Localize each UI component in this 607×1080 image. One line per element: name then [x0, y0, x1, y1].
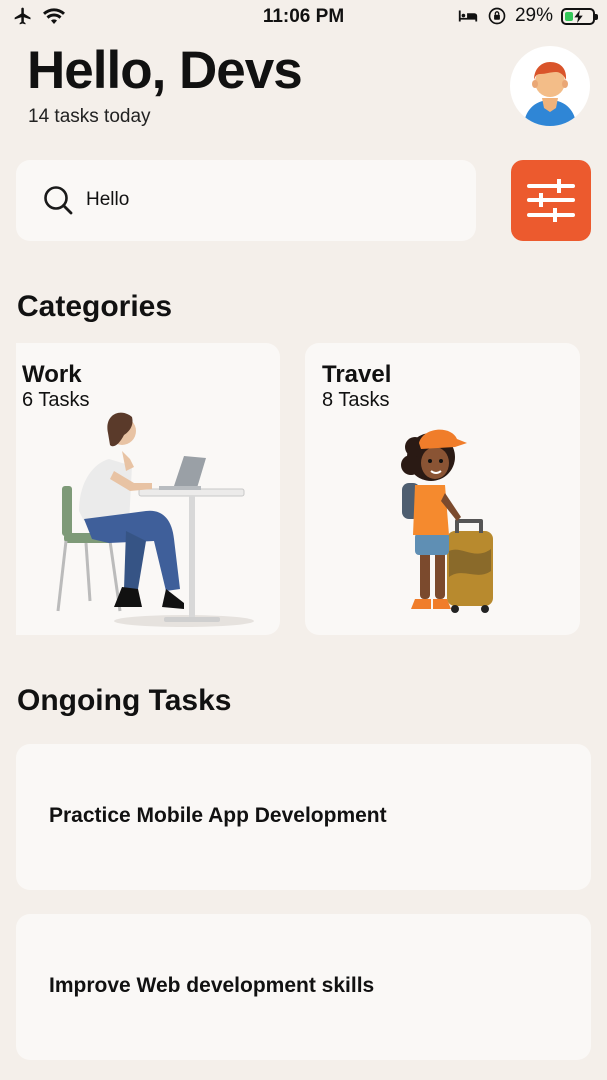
avatar[interactable] [510, 46, 590, 126]
orientation-lock-icon [488, 7, 506, 25]
tasks-today-count: 14 tasks today [28, 106, 151, 127]
search-input[interactable] [86, 186, 446, 214]
category-title: Travel [322, 361, 392, 388]
task-label: Practice Mobile App Development [49, 804, 387, 827]
search-bar[interactable] [16, 160, 476, 241]
ongoing-tasks-heading: Ongoing Tasks [17, 684, 232, 717]
battery-charging-icon [561, 7, 598, 25]
page-title: Hello, Devs [27, 41, 303, 100]
user-avatar-icon [524, 62, 576, 126]
category-count: 6 Tasks [22, 389, 90, 411]
woman-at-desk-illustration [56, 412, 254, 627]
category-card-travel[interactable]: Travel 8 Tasks [305, 343, 580, 635]
traveler-with-suitcase-illustration [401, 429, 493, 613]
search-icon [44, 186, 73, 215]
category-count: 8 Tasks [322, 389, 390, 411]
sliders-icon [527, 179, 575, 222]
categories-heading: Categories [17, 290, 173, 323]
category-title: Work [22, 361, 82, 388]
filter-button[interactable] [511, 160, 591, 241]
bed-icon [458, 10, 478, 22]
category-card-work[interactable]: Work 6 Tasks [16, 343, 280, 635]
task-card[interactable]: Practice Mobile App Development [16, 744, 591, 890]
task-label: Improve Web development skills [49, 974, 375, 997]
battery-percent: 29% [514, 5, 553, 26]
status-bar: 11:06 PM 29% [0, 0, 607, 34]
task-card[interactable]: Improve Web development skills [16, 914, 591, 1060]
